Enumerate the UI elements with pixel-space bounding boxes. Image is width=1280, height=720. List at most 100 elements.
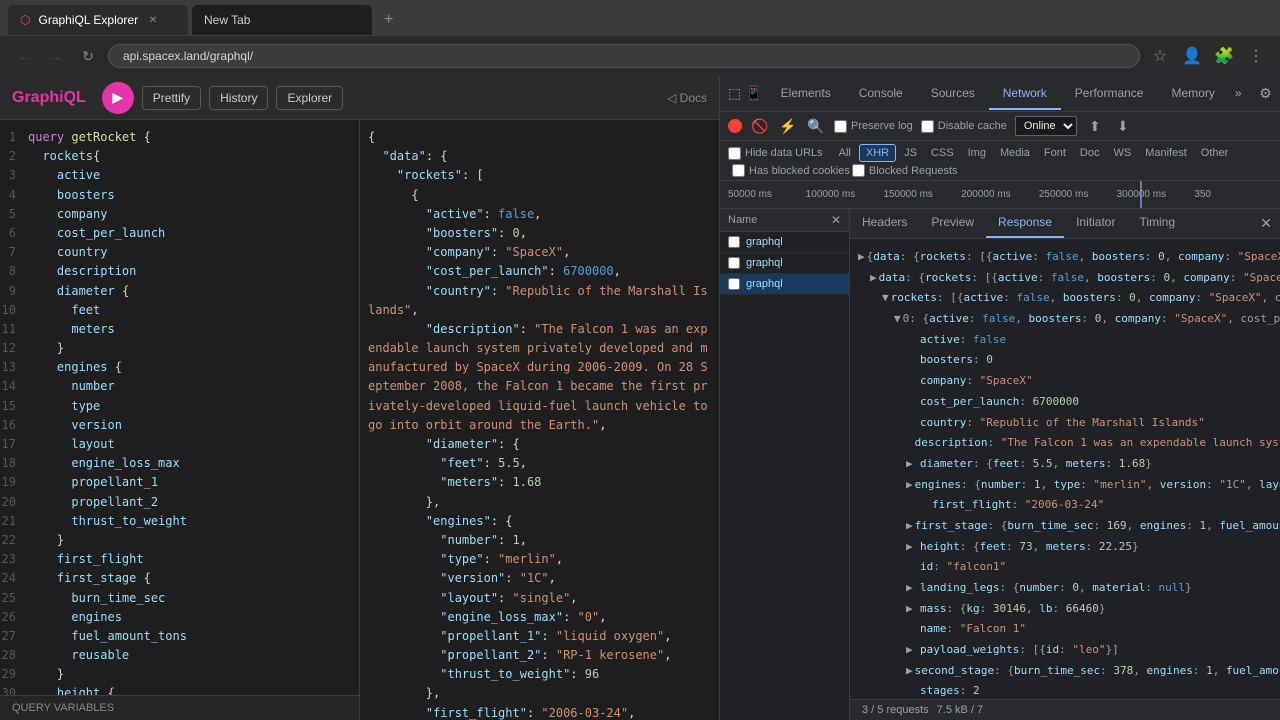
disable-cache-label[interactable]: Disable cache xyxy=(921,120,1007,133)
explorer-button[interactable]: Explorer xyxy=(276,86,343,110)
refresh-button[interactable]: ↻ xyxy=(76,44,100,68)
tab-close-button[interactable]: ✕ xyxy=(146,13,160,27)
detail-tab-initiator[interactable]: Initiator xyxy=(1064,209,1127,238)
expand-icon[interactable]: ▶ xyxy=(906,641,918,660)
request-item[interactable]: graphql xyxy=(720,253,849,274)
tree-row: ▶ diameter: {feet: 5.5, meters: 1.68} xyxy=(858,454,1272,475)
expand-icon[interactable]: ▶ xyxy=(906,476,913,495)
expand-icon[interactable]: ▶ xyxy=(906,600,918,619)
blocked-requests-label[interactable]: Blocked Requests xyxy=(852,164,958,177)
query-variables-section[interactable]: QUERY VARIABLES xyxy=(0,695,359,720)
expand-icon[interactable]: ▶ xyxy=(870,269,877,288)
has-blocked-cookies-label[interactable]: Has blocked cookies xyxy=(732,164,850,177)
tab-new-label: New Tab xyxy=(204,13,250,27)
devtools-panel: ⬚ 📱 Elements Console Sources Network Per… xyxy=(720,76,1280,720)
settings-icon[interactable]: ⚙ xyxy=(1252,80,1280,108)
tab-network[interactable]: Network xyxy=(989,78,1061,110)
expand-icon[interactable]: ▶ xyxy=(906,455,918,474)
tree-row: company: "SpaceX" xyxy=(858,371,1272,392)
detail-tab-preview[interactable]: Preview xyxy=(919,209,986,238)
filter-toggle-button[interactable]: ⚡ xyxy=(778,116,798,136)
filter-other[interactable]: Other xyxy=(1195,145,1235,161)
record-button[interactable] xyxy=(728,119,742,133)
request-item[interactable]: graphql xyxy=(720,232,849,253)
request-checkbox[interactable] xyxy=(728,278,740,290)
devtools-tabs: Elements Console Sources Network Perform… xyxy=(767,78,1248,110)
docs-button[interactable]: ◁ Docs xyxy=(667,91,707,105)
tab-console[interactable]: Console xyxy=(845,78,917,110)
expand-icon[interactable]: ▶ xyxy=(858,248,865,267)
back-button[interactable]: ← xyxy=(12,44,36,68)
request-checkbox[interactable] xyxy=(728,257,740,269)
request-item-selected[interactable]: graphql xyxy=(720,274,849,295)
new-tab-button[interactable]: + xyxy=(376,7,401,33)
throttling-select[interactable]: Online xyxy=(1015,116,1077,136)
tab-graphiql[interactable]: ⬡ GraphiQL Explorer ✕ xyxy=(8,5,188,35)
devtools-cursor-icon[interactable]: ⬚ xyxy=(728,80,741,108)
url-bar[interactable] xyxy=(108,44,1140,68)
filter-img[interactable]: Img xyxy=(962,145,992,161)
expand-icon[interactable]: ▼ xyxy=(894,310,901,329)
bookmark-button[interactable]: ☆ xyxy=(1148,44,1172,68)
prettify-button[interactable]: Prettify xyxy=(142,86,201,110)
expand-icon[interactable]: ▶ xyxy=(906,538,918,557)
forward-button[interactable]: → xyxy=(44,44,68,68)
filter-css[interactable]: CSS xyxy=(925,145,960,161)
tab-label: GraphiQL Explorer xyxy=(38,13,138,27)
filter-all[interactable]: All xyxy=(833,145,857,161)
tab-sources[interactable]: Sources xyxy=(917,78,989,110)
main-area: GraphiQL ▶ Prettify History Explorer ◁ D… xyxy=(0,76,1280,720)
download-icon[interactable]: ⬇ xyxy=(1113,116,1133,136)
expand-icon[interactable]: ▼ xyxy=(882,289,889,308)
detail-close-button[interactable]: ✕ xyxy=(1252,209,1280,238)
profile-button[interactable]: 👤 xyxy=(1180,44,1204,68)
query-editor[interactable]: 1query getRocket { 2 rockets{ 3 active 4… xyxy=(0,120,360,720)
run-button[interactable]: ▶ xyxy=(102,82,134,114)
upload-icon[interactable]: ⬆ xyxy=(1085,116,1105,136)
expand-icon[interactable]: ▶ xyxy=(906,579,918,598)
filter-xhr[interactable]: XHR xyxy=(859,144,896,162)
devtools-device-icon[interactable]: 📱 xyxy=(745,80,762,108)
has-blocked-cookies-checkbox[interactable] xyxy=(732,164,745,177)
tree-row: ▶ payload_weights: [{id: "leo"}] xyxy=(858,640,1272,661)
filter-media[interactable]: Media xyxy=(994,145,1036,161)
graphiql-panel: GraphiQL ▶ Prettify History Explorer ◁ D… xyxy=(0,76,720,720)
extensions-button[interactable]: 🧩 xyxy=(1212,44,1236,68)
line: 17 layout xyxy=(0,435,359,454)
preserve-log-label[interactable]: Preserve log xyxy=(834,120,913,133)
expand-icon[interactable]: ▶ xyxy=(906,662,913,681)
blocked-requests-checkbox[interactable] xyxy=(852,164,865,177)
detail-tab-response[interactable]: Response xyxy=(986,209,1064,238)
tab-elements[interactable]: Elements xyxy=(767,78,845,110)
editor-content[interactable]: 1query getRocket { 2 rockets{ 3 active 4… xyxy=(0,120,359,695)
close-name-panel-button[interactable]: ✕ xyxy=(831,213,841,227)
clear-button[interactable]: 🚫 xyxy=(750,116,770,136)
tree-row: stages: 2 xyxy=(858,681,1272,699)
filter-ws[interactable]: WS xyxy=(1107,145,1137,161)
tab-memory[interactable]: Memory xyxy=(1157,78,1228,110)
response-content[interactable]: ▶ {data: {rockets: [{active: false, boos… xyxy=(850,239,1280,699)
filter-js[interactable]: JS xyxy=(898,145,923,161)
tree-row: country: "Republic of the Marshall Islan… xyxy=(858,413,1272,434)
hide-data-urls-label[interactable]: Hide data URLs xyxy=(728,147,823,160)
preserve-log-checkbox[interactable] xyxy=(834,120,847,133)
filter-manifest[interactable]: Manifest xyxy=(1139,145,1193,161)
disable-cache-checkbox[interactable] xyxy=(921,120,934,133)
expand-icon[interactable]: ▶ xyxy=(906,517,913,536)
hide-data-urls-checkbox[interactable] xyxy=(728,147,741,160)
search-network-button[interactable]: 🔍 xyxy=(806,116,826,136)
history-button[interactable]: History xyxy=(209,86,268,110)
tab-performance[interactable]: Performance xyxy=(1061,78,1158,110)
detail-tab-timing[interactable]: Timing xyxy=(1127,209,1187,238)
more-tabs-button[interactable]: » xyxy=(1229,78,1248,110)
filter-font[interactable]: Font xyxy=(1038,145,1072,161)
line: 24 first_stage { xyxy=(0,569,359,588)
request-checkbox[interactable] xyxy=(728,236,740,248)
menu-button[interactable]: ⋮ xyxy=(1244,44,1268,68)
tab-new[interactable]: New Tab xyxy=(192,5,372,35)
tree-row: ▶ data: {rockets: [{active: false, boost… xyxy=(858,268,1272,289)
line: 10 feet xyxy=(0,301,359,320)
detail-tab-headers[interactable]: Headers xyxy=(850,209,919,238)
line: 18 engine_loss_max xyxy=(0,454,359,473)
filter-doc[interactable]: Doc xyxy=(1074,145,1106,161)
